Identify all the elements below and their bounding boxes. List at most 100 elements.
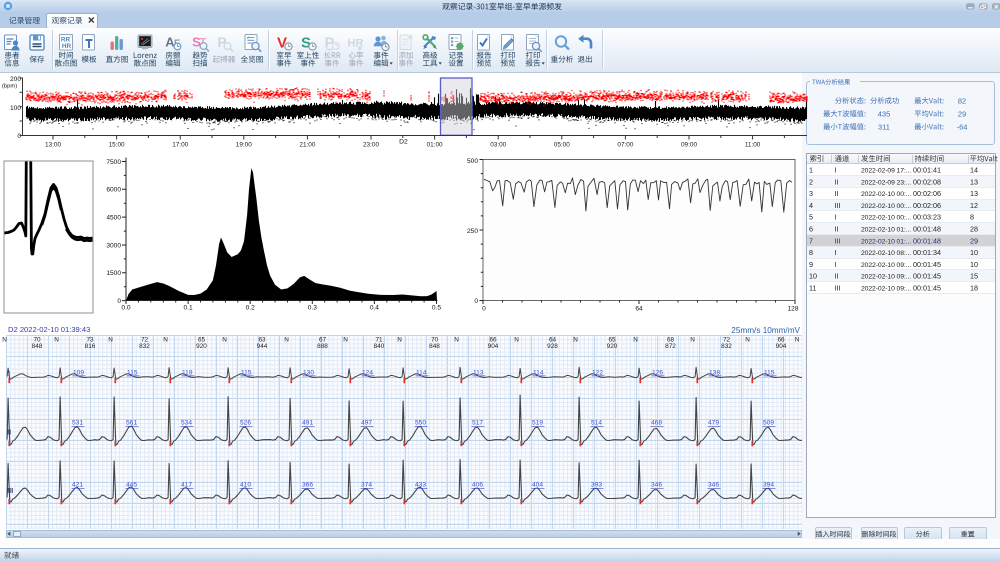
- svg-text:15:00: 15:00: [109, 142, 125, 149]
- svg-text:N: N: [690, 337, 695, 344]
- svg-text:N: N: [54, 337, 59, 344]
- svg-text:00:01:45: 00:01:45: [913, 260, 941, 269]
- svg-text:2022-02-10 01:...: 2022-02-10 01:...: [861, 238, 911, 245]
- svg-text:29: 29: [970, 236, 978, 245]
- svg-text:0.5: 0.5: [432, 305, 441, 312]
- svg-text:346: 346: [651, 482, 662, 489]
- svg-text:N: N: [573, 337, 578, 344]
- svg-text:13:00: 13:00: [45, 142, 61, 149]
- svg-text:II: II: [835, 272, 839, 281]
- svg-text:124: 124: [362, 369, 373, 376]
- svg-text:848: 848: [32, 343, 43, 350]
- svg-text:00:01:48: 00:01:48: [913, 225, 941, 234]
- svg-text:6000: 6000: [106, 187, 121, 194]
- svg-text:115: 115: [241, 369, 252, 376]
- svg-text:N: N: [745, 337, 750, 344]
- svg-text:531: 531: [72, 420, 83, 427]
- svg-text:115: 115: [764, 369, 775, 376]
- svg-text:3: 3: [809, 189, 813, 198]
- svg-text:374: 374: [361, 482, 372, 489]
- svg-text:888: 888: [317, 343, 328, 350]
- svg-text:N: N: [108, 337, 113, 344]
- svg-text:114: 114: [416, 369, 427, 376]
- svg-text:404: 404: [532, 482, 543, 489]
- svg-text:III: III: [835, 236, 841, 245]
- svg-text:904: 904: [488, 343, 499, 350]
- svg-text:2022-02-10 09:...: 2022-02-10 09:...: [861, 274, 911, 281]
- svg-text:128: 128: [787, 306, 798, 313]
- svg-text:07:00: 07:00: [617, 142, 633, 149]
- svg-text:840: 840: [374, 343, 385, 350]
- svg-text:2022-02-10 00:...: 2022-02-10 00:...: [861, 203, 911, 210]
- svg-text:II: II: [835, 189, 839, 198]
- svg-text:N: N: [284, 337, 289, 344]
- svg-text:122: 122: [592, 369, 603, 376]
- svg-text:561: 561: [126, 420, 137, 427]
- svg-text:1500: 1500: [106, 270, 121, 277]
- svg-text:346: 346: [708, 482, 719, 489]
- svg-text:10: 10: [809, 272, 817, 281]
- svg-text:09:00: 09:00: [681, 142, 697, 149]
- svg-text:100: 100: [10, 105, 21, 112]
- svg-text:0.0: 0.0: [121, 305, 130, 312]
- svg-text:64: 64: [635, 306, 643, 313]
- svg-text:406: 406: [472, 482, 483, 489]
- svg-text:N: N: [2, 337, 7, 344]
- svg-text:18: 18: [970, 284, 978, 293]
- svg-text:2022-02-09 23:...: 2022-02-09 23:...: [861, 179, 911, 186]
- svg-text:2022-02-10 08:...: 2022-02-10 08:...: [861, 250, 911, 257]
- svg-text:D2 2022-02-10 01:39:43: D2 2022-02-10 01:39:43: [8, 325, 90, 334]
- svg-text:(bpm): (bpm): [2, 84, 17, 90]
- svg-text:00:01:45: 00:01:45: [913, 284, 941, 293]
- svg-text:N: N: [163, 337, 168, 344]
- svg-text:03:00: 03:00: [490, 142, 506, 149]
- svg-text:433: 433: [415, 482, 426, 489]
- svg-text:130: 130: [303, 369, 314, 376]
- svg-text:N: N: [454, 337, 459, 344]
- svg-text:12: 12: [970, 201, 978, 210]
- svg-text:00:02:06: 00:02:06: [913, 201, 941, 210]
- svg-text:17:00: 17:00: [172, 142, 188, 149]
- svg-text:6: 6: [809, 225, 813, 234]
- svg-text:366: 366: [302, 482, 313, 489]
- svg-text:200: 200: [10, 76, 21, 83]
- svg-text:28: 28: [970, 225, 978, 234]
- svg-text:3000: 3000: [106, 242, 121, 249]
- svg-text:848: 848: [429, 343, 440, 350]
- svg-text:115: 115: [127, 369, 138, 376]
- svg-text:N: N: [397, 337, 402, 344]
- svg-text:2022-02-10 00:...: 2022-02-10 00:...: [861, 191, 911, 198]
- svg-text:920: 920: [196, 343, 207, 350]
- svg-text:I: I: [835, 248, 837, 257]
- svg-text:479: 479: [708, 420, 719, 427]
- svg-text:550: 550: [415, 420, 426, 427]
- svg-text:421: 421: [72, 482, 83, 489]
- svg-text:0.2: 0.2: [246, 305, 255, 312]
- svg-text:417: 417: [181, 482, 192, 489]
- svg-text:816: 816: [85, 343, 96, 350]
- svg-text:2022-02-10 09:...: 2022-02-10 09:...: [861, 262, 911, 269]
- svg-text:III: III: [835, 284, 841, 293]
- svg-text:9: 9: [809, 260, 813, 269]
- svg-text:1: 1: [809, 166, 813, 175]
- svg-text:00:02:06: 00:02:06: [913, 189, 941, 198]
- svg-text:01:00: 01:00: [427, 142, 443, 149]
- svg-text:0: 0: [17, 133, 21, 140]
- svg-text:II: II: [7, 428, 11, 437]
- svg-text:393: 393: [591, 482, 602, 489]
- svg-text:435: 435: [878, 109, 891, 118]
- svg-text:944: 944: [257, 343, 268, 350]
- svg-text:526: 526: [240, 420, 251, 427]
- svg-text:311: 311: [878, 122, 890, 131]
- svg-text:HR: HR: [62, 43, 72, 50]
- svg-text:491: 491: [302, 420, 313, 427]
- svg-text:126: 126: [652, 369, 663, 376]
- svg-text:445: 445: [126, 482, 137, 489]
- svg-text:5: 5: [809, 213, 813, 222]
- svg-text:13: 13: [970, 189, 978, 198]
- svg-text:7500: 7500: [106, 159, 121, 166]
- svg-text:29: 29: [958, 109, 966, 118]
- svg-text:D2: D2: [399, 139, 408, 146]
- svg-text:2022-02-10 00:...: 2022-02-10 00:...: [861, 215, 911, 222]
- svg-text:509: 509: [763, 420, 774, 427]
